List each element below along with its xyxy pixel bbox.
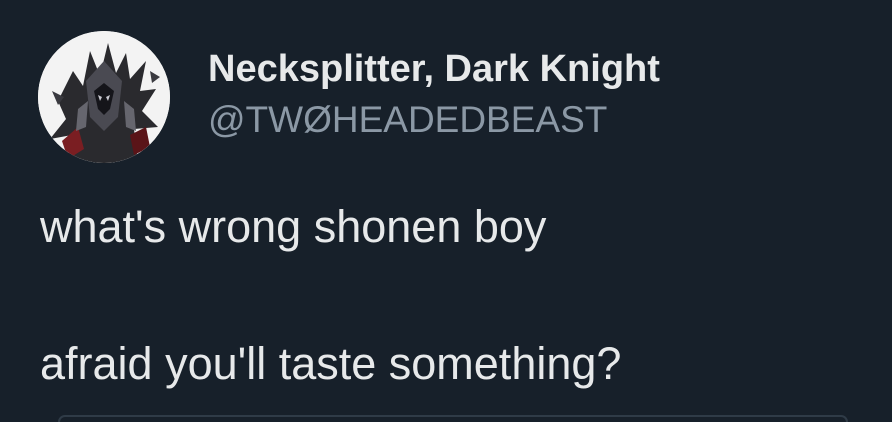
author-handle[interactable]: @TWØHEADEDBEAST [208,97,607,143]
armored-knight-avatar-icon [38,31,170,163]
avatar[interactable] [38,31,170,163]
tweet-text-line: afraid you'll taste something? [40,338,622,389]
tweet-card: Necksplitter, Dark Knight @TWØHEADEDBEAS… [0,0,892,422]
author-display-name[interactable]: Necksplitter, Dark Knight [208,46,660,92]
tweet-text-line: what's wrong shonen boy [40,201,547,252]
embedded-card-edge [58,415,848,422]
